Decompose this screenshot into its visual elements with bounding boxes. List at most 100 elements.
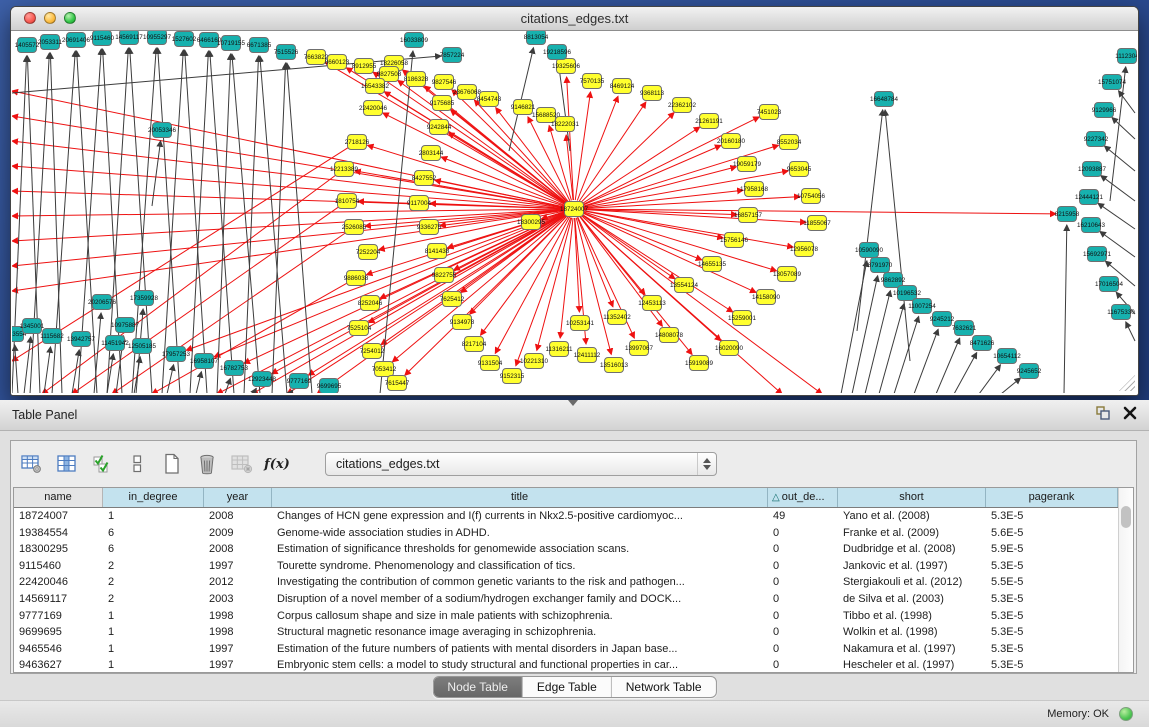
graph-node[interactable]: 8471626 — [970, 336, 995, 351]
table-cell[interactable]: Genome-wide association studies in ADHD. — [272, 525, 768, 542]
graph-node[interactable]: 9822755 — [432, 268, 457, 283]
table-cell[interactable]: Investigating the contribution of common… — [272, 574, 768, 591]
graph-node[interactable]: 9227342 — [1084, 132, 1109, 147]
graph-node[interactable]: 19325606 — [552, 59, 581, 74]
table-cell[interactable]: Tourette syndrome. Phenomenology and cla… — [272, 558, 768, 575]
network-window[interactable]: citations_edges.txt 18724007183002957663… — [10, 6, 1139, 396]
graph-node[interactable]: 17359928 — [130, 291, 159, 306]
table-scrollbar-thumb[interactable] — [1121, 506, 1131, 528]
table-cell[interactable]: 2 — [103, 574, 204, 591]
delete-table-button[interactable] — [229, 451, 255, 477]
table-cell[interactable]: 1 — [103, 608, 204, 625]
graph-node[interactable]: 1115682 — [40, 329, 64, 344]
table-cell[interactable]: Jankovic et al. (1997) — [838, 558, 986, 575]
column-header-year[interactable]: year — [204, 488, 272, 507]
row-options-button[interactable] — [124, 451, 150, 477]
table-scrollbar[interactable] — [1118, 488, 1133, 672]
graph-node[interactable]: 9699695 — [317, 379, 342, 394]
table-cell[interactable]: 9699695 — [14, 624, 103, 641]
table-row[interactable]: 2242004622012Investigating the contribut… — [14, 574, 1118, 591]
table-cell[interactable]: 5.9E-5 — [986, 541, 1118, 558]
graph-node[interactable]: 15751074 — [1098, 75, 1127, 90]
graph-node[interactable]: 12505185 — [128, 339, 157, 354]
table-cell[interactable]: Disruption of a novel member of a sodium… — [272, 591, 768, 608]
table-cell[interactable]: Hescheler et al. (1997) — [838, 657, 986, 674]
graph-node[interactable]: 9131504 — [478, 356, 503, 371]
table-select[interactable]: citations_edges.txt — [325, 452, 717, 476]
table-row[interactable]: 911546021997Tourette syndrome. Phenomeno… — [14, 558, 1118, 575]
graph-node[interactable]: 7053412 — [372, 362, 397, 377]
table-cell[interactable]: 14569117 — [14, 591, 103, 608]
table-cell[interactable]: 5.5E-5 — [986, 574, 1118, 591]
graph-node[interactable]: 17957253 — [162, 347, 191, 362]
table-cell[interactable]: Wolkin et al. (1998) — [838, 624, 986, 641]
graph-node[interactable]: 7525104 — [347, 321, 372, 336]
graph-node[interactable]: 2803144 — [419, 146, 444, 161]
select-columns-button[interactable] — [89, 451, 115, 477]
graph-node[interactable]: 16857157 — [734, 208, 763, 223]
graph-node[interactable]: 12956078 — [790, 242, 819, 257]
graph-node[interactable]: 11855067 — [803, 216, 831, 231]
function-builder-button[interactable]: f(x) — [264, 451, 290, 477]
column-header-name[interactable]: name — [14, 488, 103, 507]
table-cell[interactable]: 9777169 — [14, 608, 103, 625]
table-cell[interactable]: 49 — [768, 508, 838, 525]
graph-node[interactable]: 15756146 — [720, 233, 749, 248]
table-cell[interactable]: 0 — [768, 591, 838, 608]
graph-node[interactable]: 12411112 — [574, 348, 601, 363]
table-cell[interactable]: 0 — [768, 525, 838, 542]
show-columns-button[interactable] — [54, 451, 80, 477]
graph-node[interactable]: 17958168 — [740, 182, 769, 197]
table-cell[interactable]: Franke et al. (2009) — [838, 525, 986, 542]
graph-node[interactable]: 10590090 — [855, 243, 884, 258]
graph-node[interactable]: 19059179 — [733, 157, 762, 172]
graph-node[interactable]: 9653045 — [787, 162, 812, 177]
table-cell[interactable]: Dudbridge et al. (2008) — [838, 541, 986, 558]
table-cell[interactable]: 9463627 — [14, 657, 103, 674]
table-row[interactable]: 1872400712008Changes of HCN gene express… — [14, 508, 1118, 525]
graph-node[interactable]: 9117004 — [407, 196, 432, 211]
graph-node[interactable]: 8186328 — [404, 72, 429, 87]
graph-node[interactable]: 7857224 — [440, 48, 465, 63]
table-cell[interactable]: 1 — [103, 508, 204, 525]
table-cell[interactable]: 19384554 — [14, 525, 103, 542]
graph-node[interactable]: 8912955 — [352, 59, 377, 74]
graph-node[interactable]: 17016504 — [1095, 277, 1124, 292]
network-window-titlebar[interactable]: citations_edges.txt — [11, 7, 1138, 31]
table-row[interactable]: 946554611997Estimation of the future num… — [14, 641, 1118, 658]
table-mode-button[interactable] — [19, 451, 45, 477]
graph-node[interactable]: 9152315 — [500, 369, 525, 384]
network-canvas[interactable]: 1872400718300295766382286601238912955182… — [12, 31, 1137, 393]
graph-node[interactable]: 7570135 — [580, 74, 605, 89]
graph-node[interactable]: 7515526 — [274, 45, 299, 60]
table-cell[interactable]: 5.6E-5 — [986, 525, 1118, 542]
table-cell[interactable]: Changes of HCN gene expression and I(f) … — [272, 508, 768, 525]
graph-node[interactable]: 9777169 — [287, 374, 312, 389]
graph-node[interactable]: 16958107 — [190, 354, 219, 369]
table-row[interactable]: 946362711997Embryonic stem cells: a mode… — [14, 657, 1118, 674]
graph-node[interactable]: 9129966 — [1092, 103, 1117, 118]
table-cell[interactable]: 0 — [768, 558, 838, 575]
graph-node[interactable]: 8217104 — [462, 337, 487, 352]
table-cell[interactable]: Embryonic stem cells: a model to study s… — [272, 657, 768, 674]
table-row[interactable]: 969969511998Structural magnetic resonanc… — [14, 624, 1118, 641]
graph-node[interactable]: 8454743 — [477, 92, 502, 107]
table-cell[interactable]: Tibbo et al. (1998) — [838, 608, 986, 625]
graph-node[interactable]: 2053311 — [38, 35, 63, 50]
graph-node[interactable]: 11675330 — [1107, 305, 1135, 320]
table-cell[interactable]: 6 — [103, 525, 204, 542]
graph-node[interactable]: 6671385 — [247, 38, 272, 53]
graph-node[interactable]: 18222031 — [551, 117, 580, 132]
graph-node[interactable]: 2718126 — [345, 135, 370, 150]
graph-node[interactable]: 9368113 — [640, 86, 665, 101]
table-cell[interactable]: 6 — [103, 541, 204, 558]
tab-edge-table[interactable]: Edge Table — [523, 677, 612, 697]
graph-node[interactable]: 11316211 — [545, 342, 573, 357]
graph-node[interactable]: 9827546 — [432, 75, 457, 90]
graph-node[interactable]: 8469124 — [610, 79, 635, 94]
table-row[interactable]: 1456911722003Disruption of a novel membe… — [14, 591, 1118, 608]
table-cell[interactable]: 2012 — [204, 574, 272, 591]
memory-ok-icon[interactable] — [1119, 707, 1133, 721]
graph-node[interactable]: 20160180 — [717, 134, 746, 149]
graph-node[interactable]: 16033809 — [400, 33, 429, 48]
